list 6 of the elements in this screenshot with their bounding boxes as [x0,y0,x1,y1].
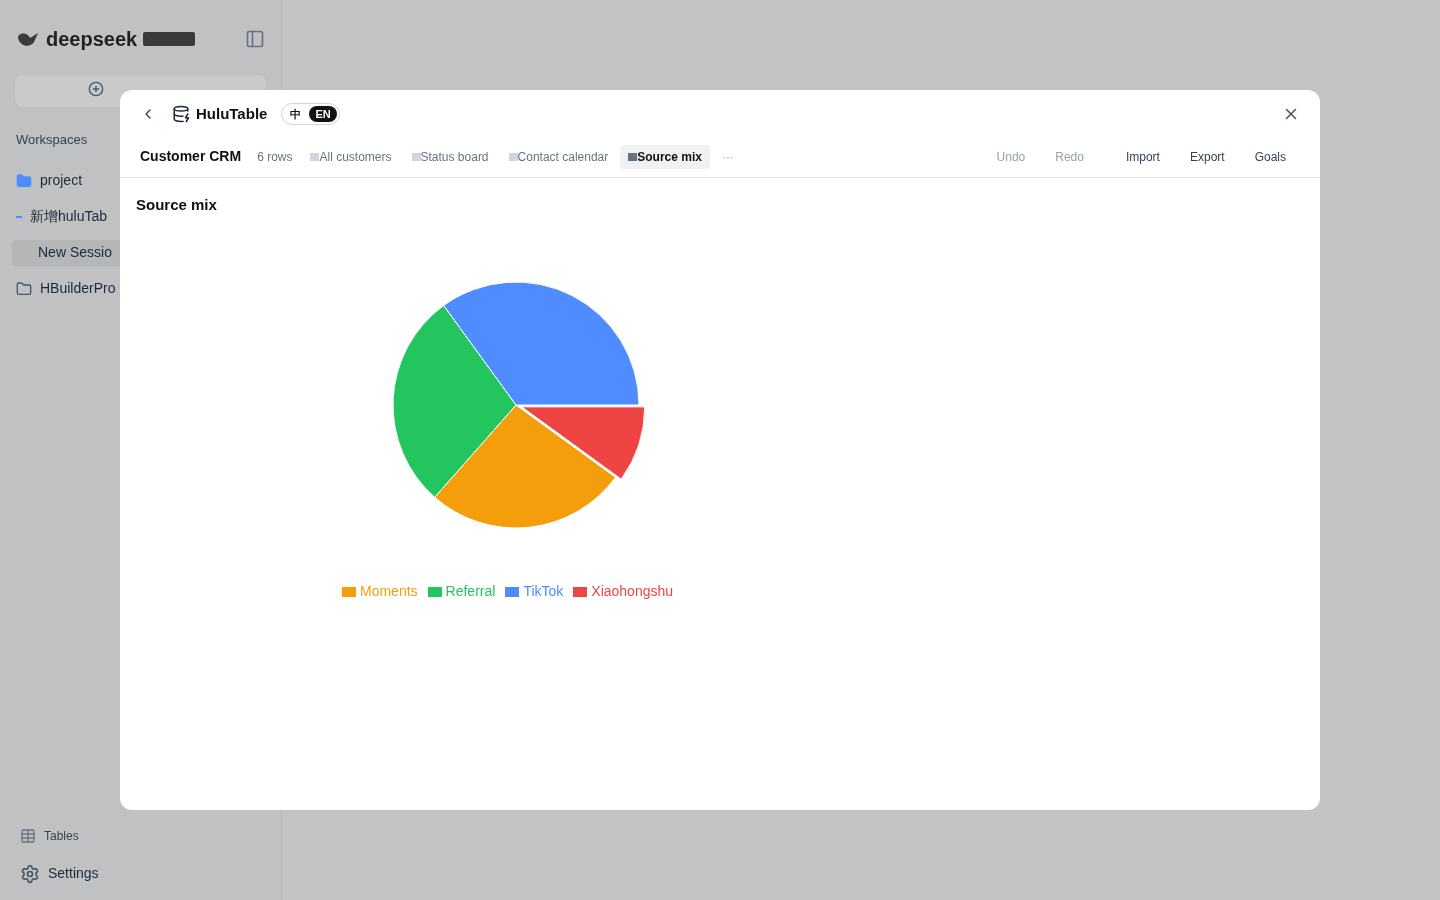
chart-title: Source mix [136,195,217,215]
row-count: 6 rows [257,148,293,166]
section-label: Workspaces [15,131,89,149]
brand-name: deepseek [46,27,138,52]
table-name: Customer CRM [140,147,242,166]
modal-title: HuluTable [196,103,268,124]
